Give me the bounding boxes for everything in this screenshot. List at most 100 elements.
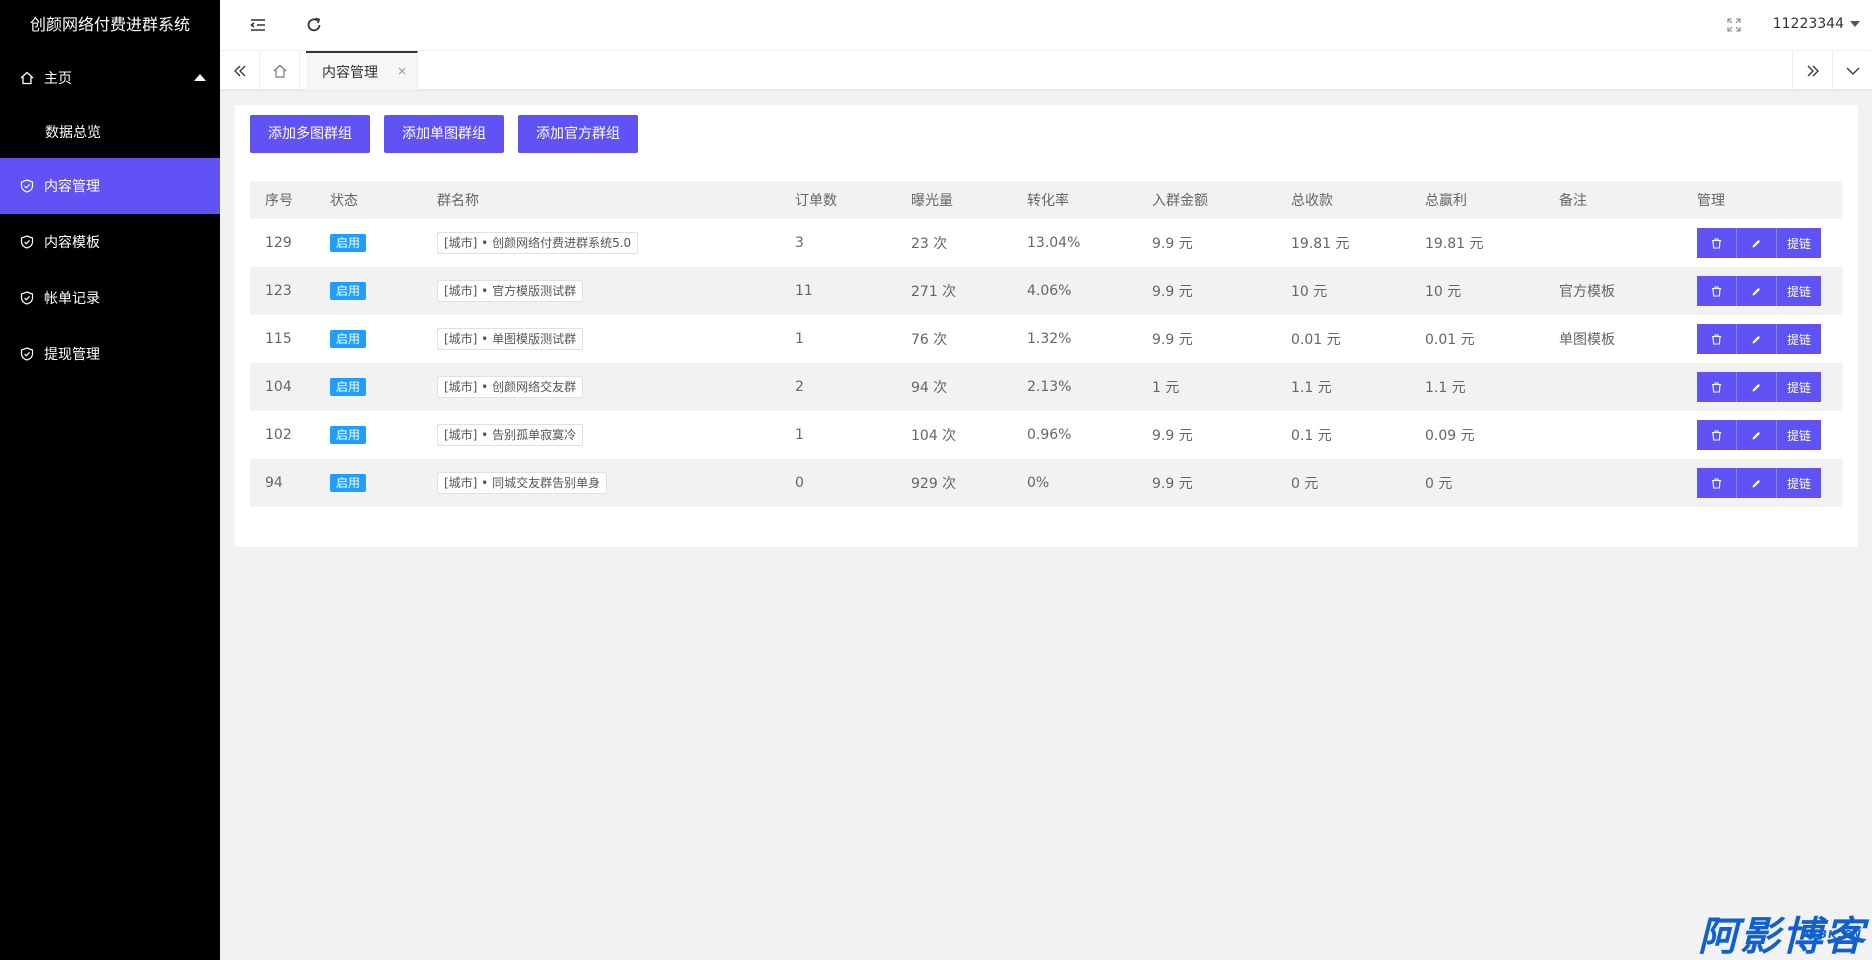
status-badge: 启用: [330, 378, 367, 396]
row-actions: 提链: [1682, 372, 1843, 402]
home-tab[interactable]: [260, 51, 300, 90]
status-cell: 启用: [315, 282, 422, 300]
table-row: 104 启用 [城市] • 创颜网络交友群 2 94 次 2.13% 1 元 1…: [250, 363, 1843, 411]
table-row: 94 启用 [城市] • 同城交友群告别单身 0 929 次 0% 9.9 元 …: [250, 459, 1843, 507]
watermark-logo: 阿影博客 AYBK.CN: [1698, 914, 1866, 960]
row-id: 123: [265, 283, 292, 299]
delete-button[interactable]: [1697, 276, 1737, 306]
name-cell: [城市] • 告别孤单寂寞冷: [422, 424, 780, 446]
edit-button[interactable]: [1737, 420, 1777, 450]
join-price: 9.9 元: [1152, 476, 1193, 492]
add-multi-image-group-button[interactable]: 添加多图群组: [250, 115, 370, 153]
user-menu[interactable]: 11223344: [1773, 16, 1860, 32]
get-link-button[interactable]: 提链: [1777, 468, 1821, 498]
sidebar-item-content-manage[interactable]: 内容管理: [0, 158, 220, 214]
sidebar-item-withdraw[interactable]: 提现管理: [0, 326, 220, 382]
get-link-button[interactable]: 提链: [1777, 228, 1821, 258]
edit-button[interactable]: [1737, 228, 1777, 258]
group-name-tag: [城市] • 单图模版测试群: [437, 328, 584, 350]
add-official-group-button[interactable]: 添加官方群组: [518, 115, 638, 153]
note: 官方模板: [1559, 284, 1615, 300]
total-income: 19.81 元: [1291, 236, 1350, 252]
table-row: 102 启用 [城市] • 告别孤单寂寞冷 1 104 次 0.96% 9.9 …: [250, 411, 1843, 459]
total-profit: 0 元: [1425, 476, 1453, 492]
edit-button[interactable]: [1737, 324, 1777, 354]
sidebar-item-label: 数据总览: [45, 125, 101, 141]
menu-collapse-icon[interactable]: [248, 15, 268, 35]
status-cell: 启用: [315, 426, 422, 444]
total-income: 1.1 元: [1291, 380, 1332, 396]
delete-button[interactable]: [1697, 420, 1737, 450]
conversion-rate: 1.32%: [1027, 331, 1072, 347]
conversion-rate: 4.06%: [1027, 283, 1072, 299]
total-income: 10 元: [1291, 284, 1328, 300]
sidebar: 创颜网络付费进群系统 主页 数据总览 内容管理 内容模板 帐单记录 提现管理: [0, 0, 220, 960]
groups-table: 序号 状态 群名称 订单数 曝光量 转化率 入群金额 总收款 总赢利 备注 管理…: [250, 181, 1843, 507]
delete-button[interactable]: [1697, 324, 1737, 354]
shield-icon: [20, 291, 34, 305]
get-link-button[interactable]: 提链: [1777, 276, 1821, 306]
home-icon: [273, 64, 286, 78]
double-chevron-right-icon: [1807, 65, 1819, 76]
column-header: 曝光量: [911, 193, 953, 209]
sidebar-item-home[interactable]: 主页: [0, 50, 220, 106]
double-chevron-left-icon: [233, 65, 245, 76]
tabs-scroll-right-button[interactable]: [1792, 51, 1832, 90]
pencil-icon: [1752, 239, 1760, 247]
conversion-rate: 0.96%: [1027, 427, 1072, 443]
table-row: 129 启用 [城市] • 创颜网络付费进群系统5.0 3 23 次 13.04…: [250, 219, 1843, 267]
group-name-tag: [城市] • 告别孤单寂寞冷: [437, 424, 584, 446]
table-row: 123 启用 [城市] • 官方模版测试群 11 271 次 4.06% 9.9…: [250, 267, 1843, 315]
delete-button[interactable]: [1697, 372, 1737, 402]
column-header: 总赢利: [1425, 193, 1467, 209]
orders: 1: [795, 427, 804, 443]
table-row: 115 启用 [城市] • 单图模版测试群 1 76 次 1.32% 9.9 元…: [250, 315, 1843, 363]
sidebar-item-content-template[interactable]: 内容模板: [0, 214, 220, 270]
close-icon[interactable]: ×: [397, 64, 407, 78]
tab-content-manage[interactable]: 内容管理 ×: [306, 51, 418, 90]
pencil-icon: [1752, 287, 1760, 295]
caret-down-icon: [1850, 21, 1860, 27]
row-id: 104: [265, 379, 292, 395]
get-link-button[interactable]: 提链: [1777, 372, 1821, 402]
edit-button[interactable]: [1737, 276, 1777, 306]
sidebar-item-bill-records[interactable]: 帐单记录: [0, 270, 220, 326]
trash-icon: [1712, 285, 1721, 297]
edit-button[interactable]: [1737, 372, 1777, 402]
watermark-subtext: AYBK.CN: [1801, 928, 1862, 941]
total-profit: 1.1 元: [1425, 380, 1466, 396]
add-single-image-group-button[interactable]: 添加单图群组: [384, 115, 504, 153]
group-name-tag: [城市] • 创颜网络付费进群系统5.0: [437, 232, 639, 254]
note: 单图模板: [1559, 332, 1615, 348]
column-header: 序号: [265, 193, 293, 209]
status-badge: 启用: [330, 330, 367, 348]
fullscreen-icon[interactable]: [1726, 17, 1742, 33]
row-id: 102: [265, 427, 292, 443]
total-income: 0.1 元: [1291, 428, 1332, 444]
total-profit: 0.01 元: [1425, 332, 1475, 348]
status-cell: 启用: [315, 474, 422, 492]
sidebar-item-overview[interactable]: 数据总览: [0, 106, 220, 158]
caret-up-icon: [194, 74, 206, 81]
get-link-button[interactable]: 提链: [1777, 420, 1821, 450]
join-price: 9.9 元: [1152, 332, 1193, 348]
name-cell: [城市] • 创颜网络付费进群系统5.0: [422, 232, 780, 254]
views: 271 次: [911, 284, 957, 300]
app-title: 创颜网络付费进群系统: [29, 15, 190, 34]
row-id: 94: [265, 475, 283, 491]
row-id: 115: [265, 331, 292, 347]
tabs-bar: 内容管理 ×: [220, 50, 1872, 90]
refresh-icon[interactable]: [304, 15, 324, 35]
toolbar: 添加多图群组 添加单图群组 添加官方群组: [250, 115, 652, 153]
column-header: 备注: [1559, 193, 1587, 209]
join-price: 1 元: [1152, 380, 1180, 396]
views: 76 次: [911, 332, 948, 348]
delete-button[interactable]: [1697, 228, 1737, 258]
username: 11223344: [1772, 16, 1844, 32]
tabs-scroll-left-button[interactable]: [220, 51, 260, 90]
tabs-menu-button[interactable]: [1832, 51, 1872, 90]
delete-button[interactable]: [1697, 468, 1737, 498]
edit-button[interactable]: [1737, 468, 1777, 498]
get-link-button[interactable]: 提链: [1777, 324, 1821, 354]
conversion-rate: 0%: [1027, 475, 1050, 491]
